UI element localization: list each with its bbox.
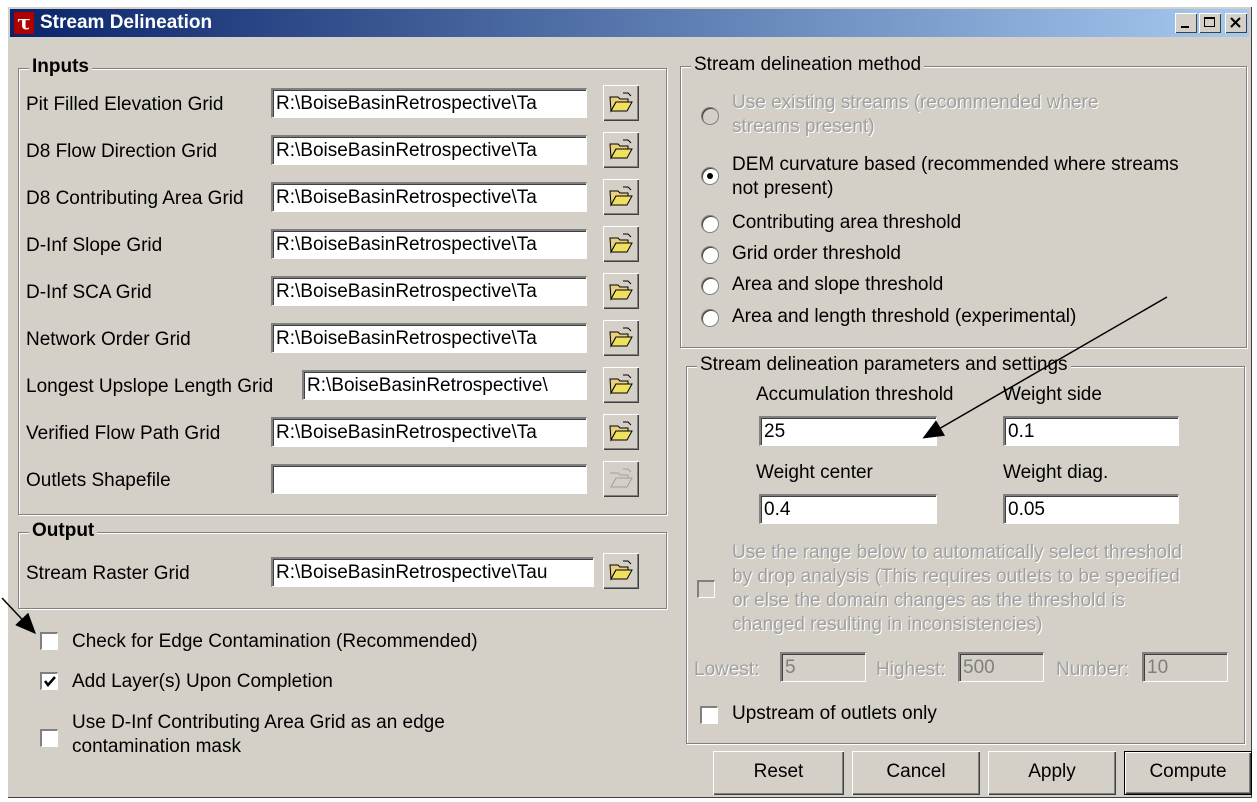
arrow-to-edge-contamination [1, 597, 37, 635]
arrow-to-accumulation-threshold [922, 296, 1168, 439]
annotation-arrows [1, 296, 1168, 635]
